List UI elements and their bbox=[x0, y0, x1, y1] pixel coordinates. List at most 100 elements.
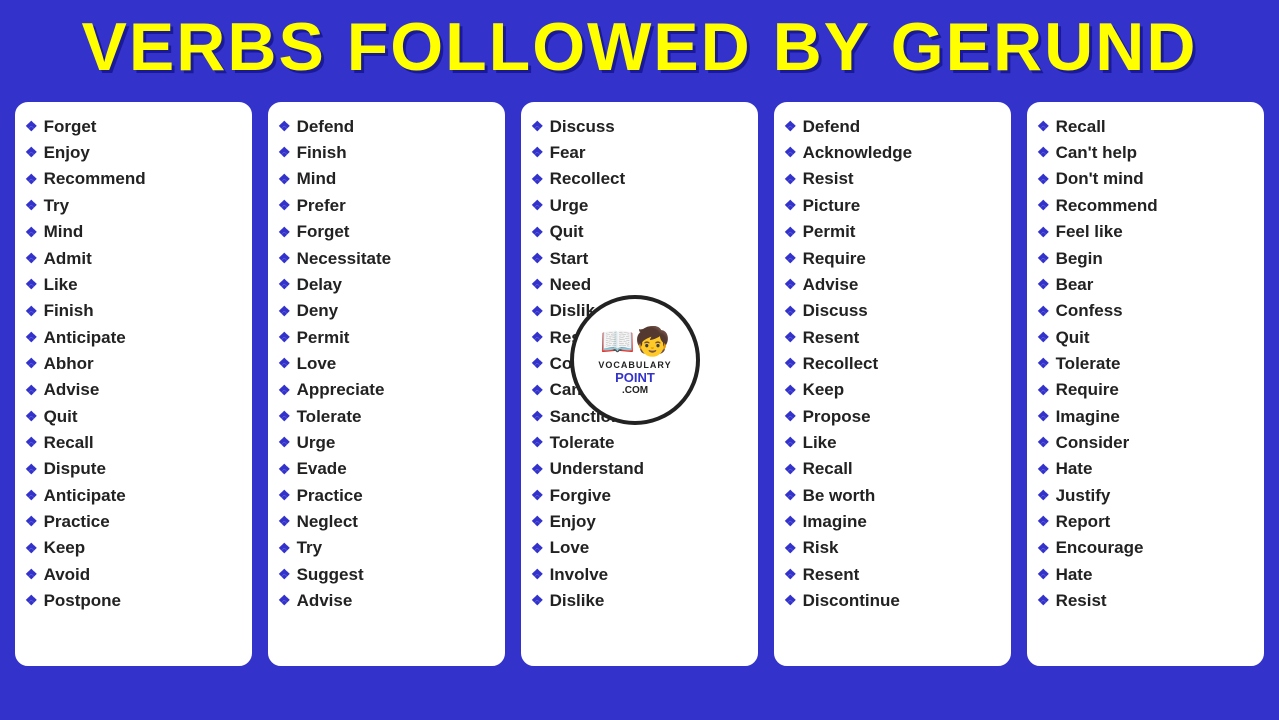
list-item: ❖Encourage bbox=[1037, 535, 1254, 561]
list-item: ❖Prefer bbox=[278, 193, 495, 219]
diamond-icon: ❖ bbox=[25, 564, 38, 586]
word-label: Resent bbox=[803, 325, 860, 351]
word-label: Like bbox=[803, 430, 837, 456]
diamond-icon: ❖ bbox=[278, 564, 291, 586]
logo-badge: 📖🧒 VOCABULARY POINT .COM bbox=[570, 295, 700, 425]
word-label: Urge bbox=[550, 193, 589, 219]
diamond-icon: ❖ bbox=[784, 301, 797, 323]
word-label: Resist bbox=[803, 166, 854, 192]
word-label: Tolerate bbox=[297, 404, 362, 430]
list-item: ❖Forget bbox=[278, 219, 495, 245]
word-label: Don't mind bbox=[1056, 166, 1144, 192]
diamond-icon: ❖ bbox=[531, 380, 544, 402]
word-label: Acknowledge bbox=[803, 140, 913, 166]
word-label: Permit bbox=[803, 219, 856, 245]
word-label: Dislike bbox=[550, 588, 605, 614]
diamond-icon: ❖ bbox=[784, 195, 797, 217]
diamond-icon: ❖ bbox=[25, 327, 38, 349]
diamond-icon: ❖ bbox=[784, 327, 797, 349]
list-item: ❖Bear bbox=[1037, 272, 1254, 298]
diamond-icon: ❖ bbox=[25, 406, 38, 428]
word-label: Begin bbox=[1056, 246, 1103, 272]
diamond-icon: ❖ bbox=[784, 590, 797, 612]
list-item: ❖Appreciate bbox=[278, 377, 495, 403]
list-item: ❖Discuss bbox=[784, 298, 1001, 324]
list-item: ❖Finish bbox=[278, 140, 495, 166]
word-label: Love bbox=[550, 535, 590, 561]
word-label: Tolerate bbox=[550, 430, 615, 456]
diamond-icon: ❖ bbox=[25, 142, 38, 164]
word-label: Discontinue bbox=[803, 588, 900, 614]
diamond-icon: ❖ bbox=[278, 380, 291, 402]
list-item: ❖Quit bbox=[25, 404, 242, 430]
list-item: ❖Like bbox=[25, 272, 242, 298]
list-item: ❖Urge bbox=[278, 430, 495, 456]
diamond-icon: ❖ bbox=[1037, 142, 1050, 164]
diamond-icon: ❖ bbox=[1037, 459, 1050, 481]
list-item: ❖Justify bbox=[1037, 483, 1254, 509]
diamond-icon: ❖ bbox=[1037, 195, 1050, 217]
diamond-icon: ❖ bbox=[278, 274, 291, 296]
word-label: Picture bbox=[803, 193, 861, 219]
list-item: ❖Consider bbox=[1037, 430, 1254, 456]
diamond-icon: ❖ bbox=[531, 301, 544, 323]
word-label: Permit bbox=[297, 325, 350, 351]
word-label: Require bbox=[1056, 377, 1119, 403]
diamond-icon: ❖ bbox=[531, 485, 544, 507]
list-item: ❖Advise bbox=[278, 588, 495, 614]
word-label: Forget bbox=[297, 219, 350, 245]
word-card-5: ❖Recall❖Can't help❖Don't mind❖Recommend❖… bbox=[1024, 99, 1267, 669]
diamond-icon: ❖ bbox=[784, 353, 797, 375]
diamond-icon: ❖ bbox=[25, 380, 38, 402]
diamond-icon: ❖ bbox=[531, 406, 544, 428]
list-item: ❖Like bbox=[784, 430, 1001, 456]
diamond-icon: ❖ bbox=[278, 169, 291, 191]
list-item: ❖Try bbox=[25, 193, 242, 219]
diamond-icon: ❖ bbox=[278, 327, 291, 349]
diamond-icon: ❖ bbox=[278, 301, 291, 323]
diamond-icon: ❖ bbox=[1037, 169, 1050, 191]
list-item: ❖Neglect bbox=[278, 509, 495, 535]
list-item: ❖Report bbox=[1037, 509, 1254, 535]
word-label: Anticipate bbox=[44, 325, 126, 351]
word-label: Recommend bbox=[1056, 193, 1158, 219]
diamond-icon: ❖ bbox=[531, 432, 544, 454]
diamond-icon: ❖ bbox=[1037, 274, 1050, 296]
word-label: Defend bbox=[297, 114, 355, 140]
diamond-icon: ❖ bbox=[25, 169, 38, 191]
list-item: ❖Confess bbox=[1037, 298, 1254, 324]
list-item: ❖Recollect bbox=[531, 166, 748, 192]
diamond-icon: ❖ bbox=[278, 195, 291, 217]
diamond-icon: ❖ bbox=[1037, 590, 1050, 612]
diamond-icon: ❖ bbox=[25, 538, 38, 560]
diamond-icon: ❖ bbox=[784, 406, 797, 428]
list-item: ❖Anticipate bbox=[25, 483, 242, 509]
list-item: ❖Recollect bbox=[784, 351, 1001, 377]
diamond-icon: ❖ bbox=[531, 459, 544, 481]
list-item: ❖Require bbox=[784, 246, 1001, 272]
list-item: ❖Involve bbox=[531, 562, 748, 588]
list-item: ❖Can't help bbox=[1037, 140, 1254, 166]
word-label: Evade bbox=[297, 456, 347, 482]
list-item: ❖Suggest bbox=[278, 562, 495, 588]
word-label: Abhor bbox=[44, 351, 94, 377]
diamond-icon: ❖ bbox=[278, 538, 291, 560]
list-item: ❖Feel like bbox=[1037, 219, 1254, 245]
word-label: Practice bbox=[297, 483, 363, 509]
word-label: Like bbox=[44, 272, 78, 298]
word-label: Recall bbox=[803, 456, 853, 482]
diamond-icon: ❖ bbox=[25, 590, 38, 612]
word-label: Report bbox=[1056, 509, 1111, 535]
list-item: ❖Urge bbox=[531, 193, 748, 219]
diamond-icon: ❖ bbox=[784, 380, 797, 402]
diamond-icon: ❖ bbox=[531, 116, 544, 138]
list-item: ❖Propose bbox=[784, 404, 1001, 430]
list-item: ❖Hate bbox=[1037, 562, 1254, 588]
word-label: Advise bbox=[44, 377, 100, 403]
list-item: ❖ Discontinue bbox=[784, 588, 1001, 614]
diamond-icon: ❖ bbox=[531, 353, 544, 375]
word-label: Forget bbox=[44, 114, 97, 140]
word-label: Hate bbox=[1056, 562, 1093, 588]
logo-icon: 📖🧒 bbox=[600, 325, 670, 358]
word-label: Love bbox=[297, 351, 337, 377]
